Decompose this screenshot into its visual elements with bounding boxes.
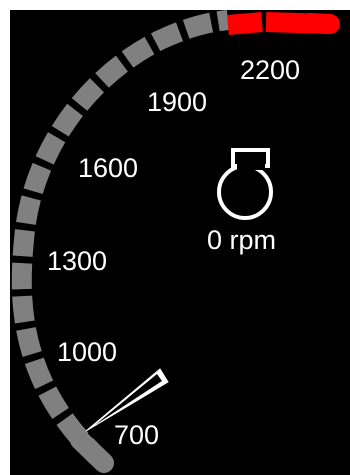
rpm-readout: 0 rpm: [207, 225, 277, 255]
tick-label-1900: 1900: [147, 87, 207, 117]
tick-label-1300: 1300: [47, 246, 107, 276]
arc-redline-cap: [300, 13, 340, 34]
tick-label-700: 700: [114, 420, 159, 450]
tick-label-2200: 2200: [240, 55, 300, 85]
engine-icon: [217, 148, 273, 220]
arc-bottom-cap: [70, 430, 114, 473]
gauge-needle-inner: [95, 374, 162, 425]
tick-label-1000: 1000: [57, 337, 117, 367]
rpm-gauge: 700 1000 1300 1600 1900 2200 0 rpm: [0, 0, 350, 475]
gauge-face: 700 1000 1300 1600 1900 2200: [11, 10, 340, 473]
tick-label-1600: 1600: [78, 153, 138, 183]
